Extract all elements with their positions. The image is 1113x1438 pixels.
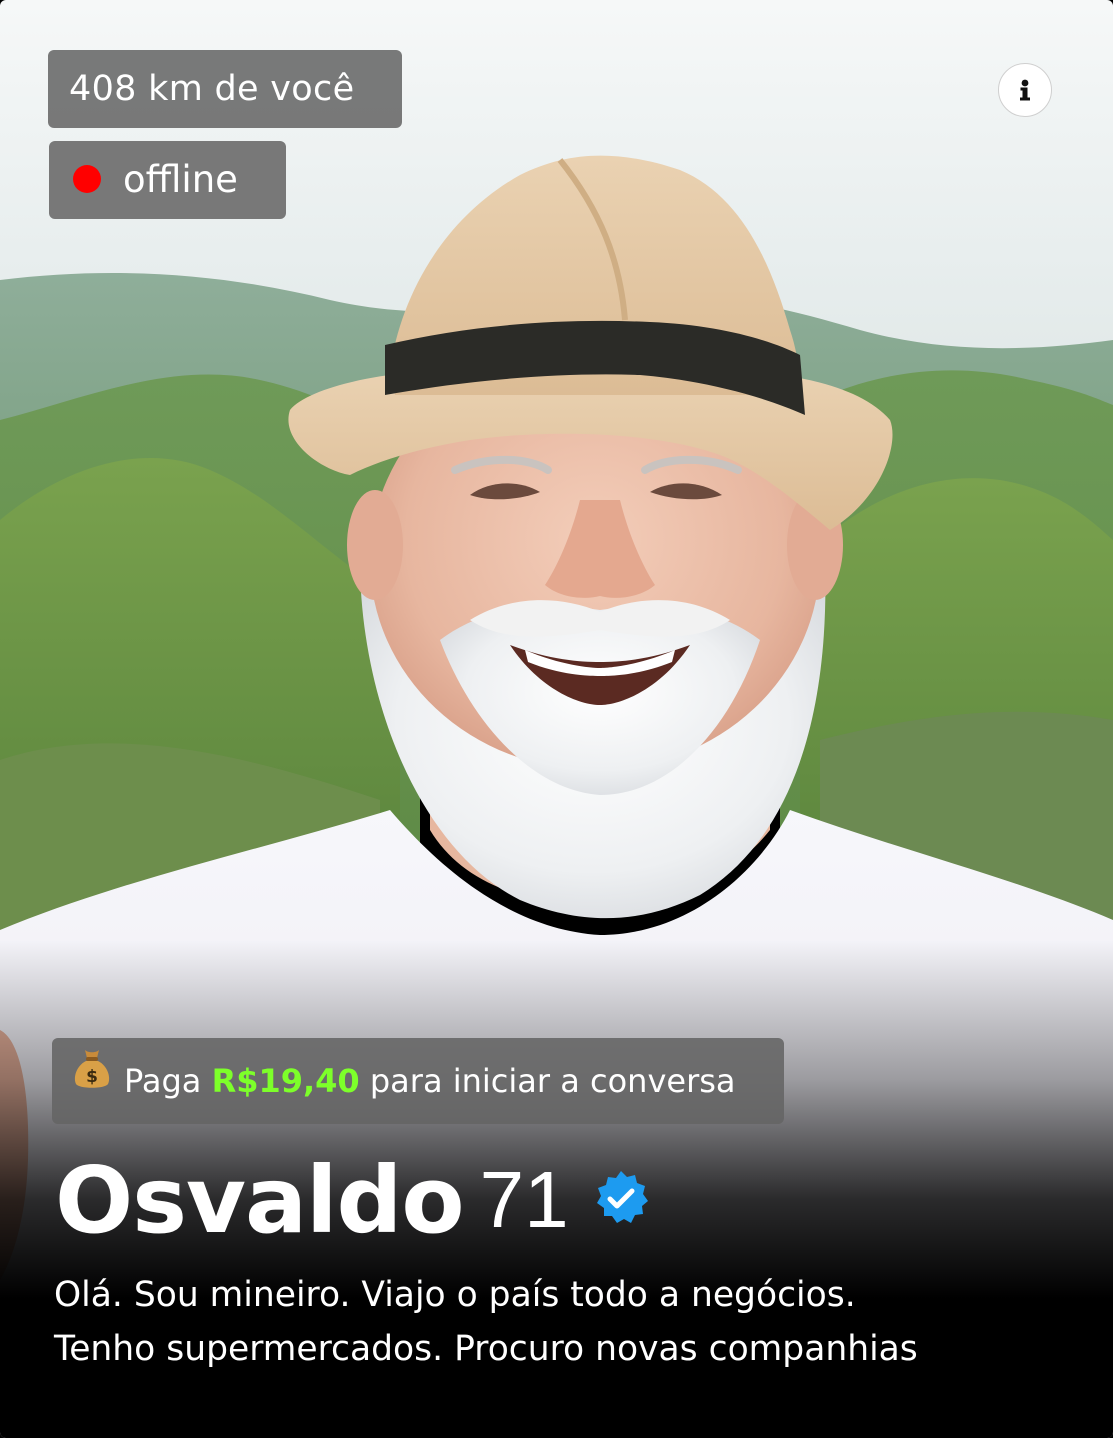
distance-text: 408 km de você	[69, 69, 355, 109]
info-icon	[1020, 79, 1030, 101]
profile-name: Osvaldo	[55, 1146, 465, 1254]
status-badge: offline	[49, 141, 286, 219]
profile-bio: Olá. Sou mineiro. Viajo o país todo a ne…	[54, 1268, 1084, 1376]
money-bag-icon: $	[72, 1036, 112, 1122]
pay-to-chat-badge: $ Paga R$19,40 para iniciar a conversa	[52, 1038, 784, 1124]
pay-prefix-text: Paga	[124, 1062, 202, 1100]
profile-age: 71	[479, 1155, 569, 1244]
status-dot-icon	[73, 164, 101, 193]
svg-text:$: $	[86, 1067, 98, 1087]
name-age-row: Osvaldo 71	[55, 1140, 651, 1260]
pay-suffix-text: para iniciar a conversa	[369, 1062, 736, 1100]
status-text: offline	[123, 158, 238, 201]
bio-line-2: Tenho supermercados. Procuro novas compa…	[54, 1329, 918, 1369]
profile-card[interactable]: 408 km de você offline $ Paga R$19,40 pa…	[0, 0, 1113, 1438]
bio-line-1: Olá. Sou mineiro. Viajo o país todo a ne…	[54, 1275, 856, 1315]
pay-price-text: R$19,40	[211, 1062, 360, 1100]
verified-badge-icon	[591, 1168, 651, 1232]
distance-badge: 408 km de você	[48, 50, 402, 128]
info-button[interactable]	[998, 63, 1052, 117]
